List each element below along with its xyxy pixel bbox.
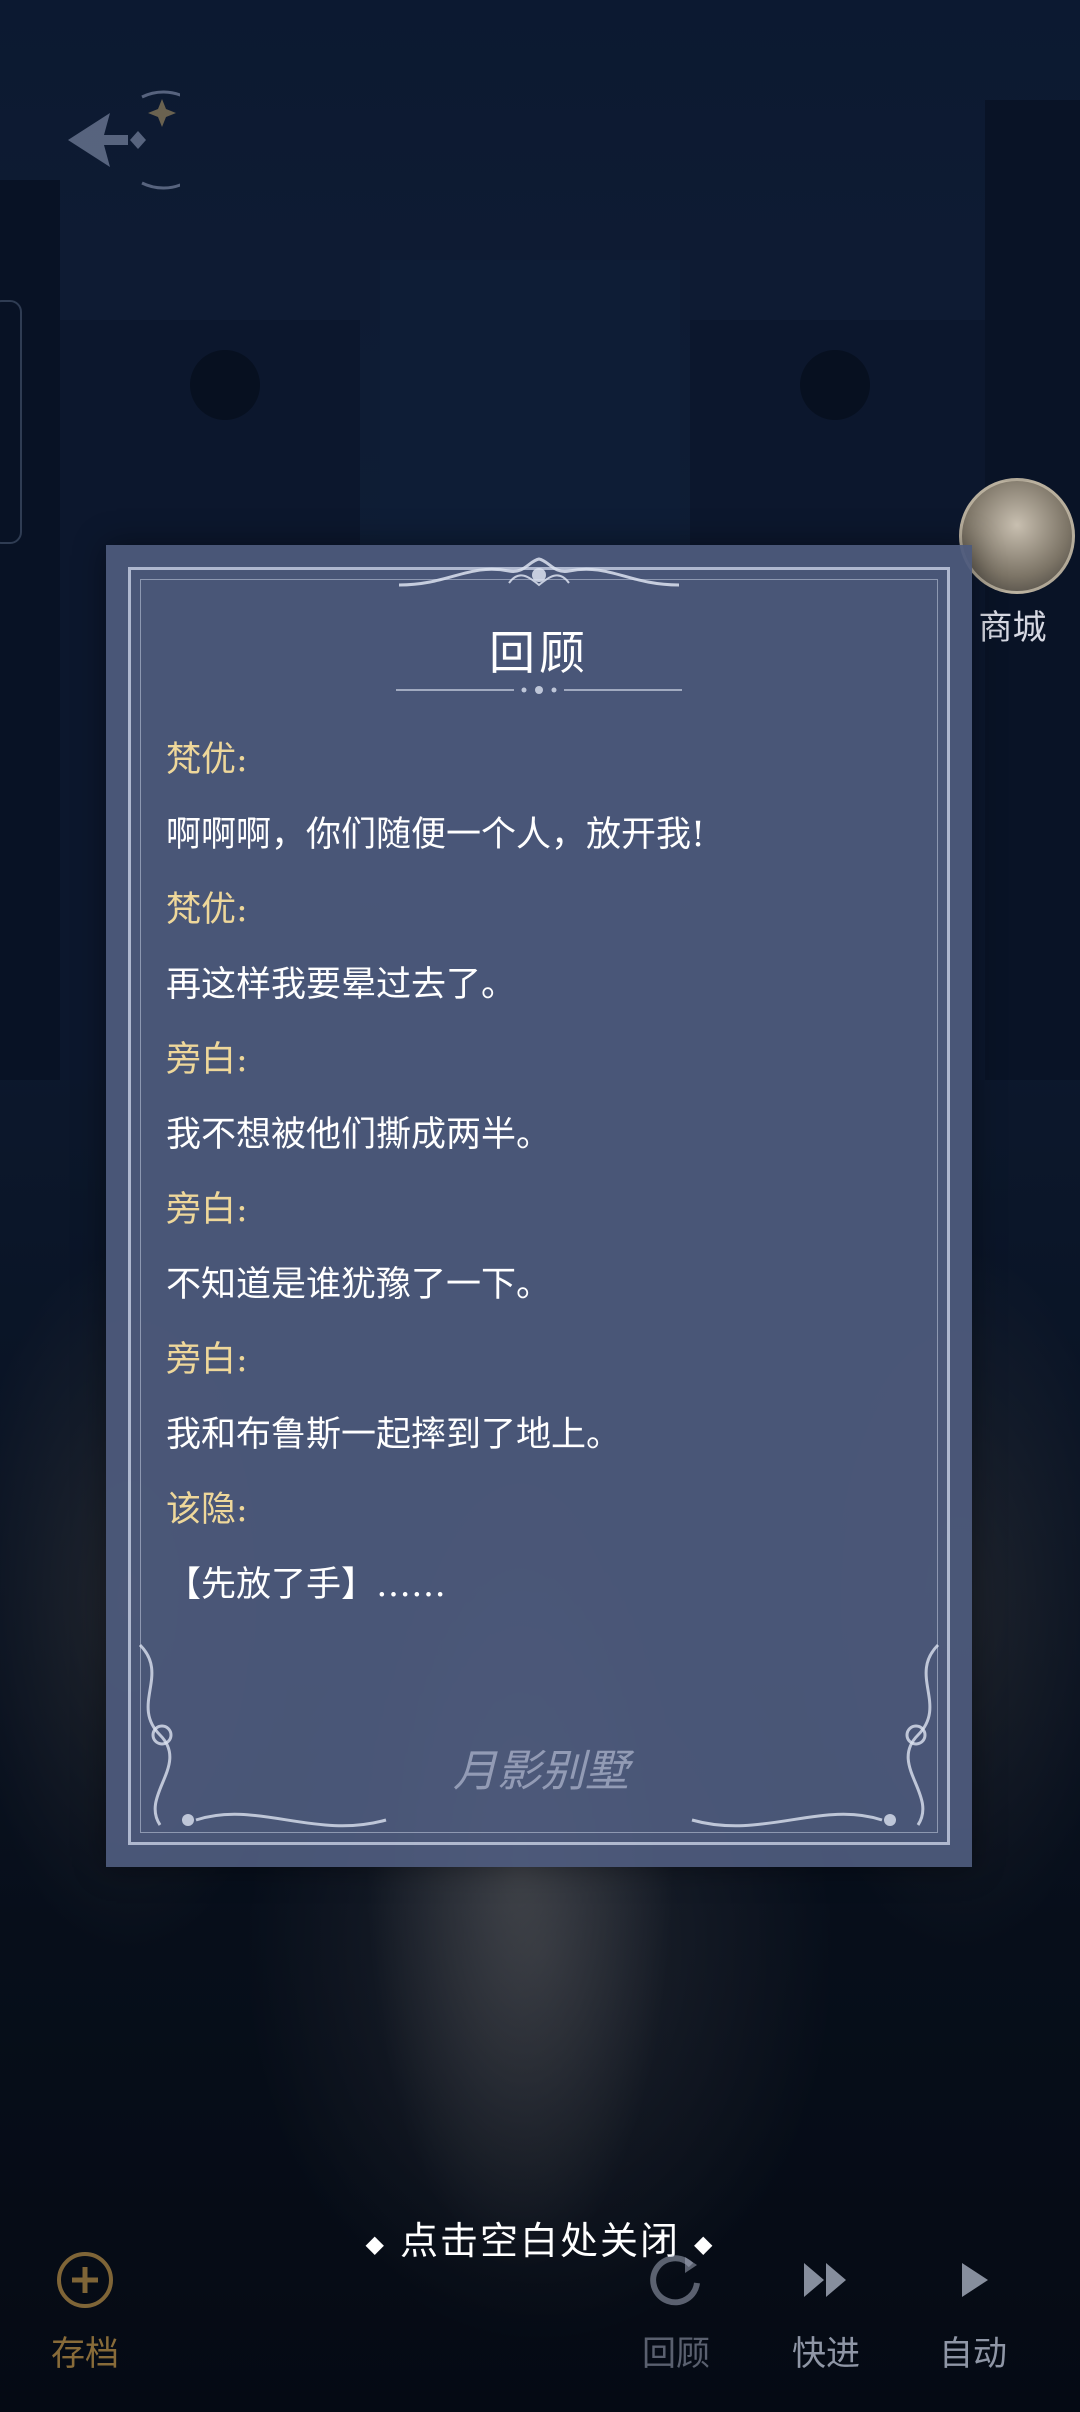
speaker-name: 旁白: [166,1040,248,1080]
shop-label: 商城 [978,608,1047,648]
dialogue-line: 我不想被他们撕成两半。 [166,1115,552,1155]
log-entry: 旁白: 我和布鲁斯一起摔到了地上。 [166,1323,926,1473]
dialogue-line: 【先放了手】…… [166,1565,447,1605]
dialogue-line: 不知道是谁犹豫了一下。 [166,1265,552,1305]
speaker-name: 梵优: [166,890,248,930]
review-icon [650,2255,700,2306]
log-entry: 梵优: 啊啊啊，你们随便一个人，放开我! [166,723,926,873]
review-dialog: 回顾 梵优: 啊啊啊，你们随便一个人，放开我! 梵优: 再这样我要晕过去了。 旁… [106,545,972,1867]
review-button[interactable]: 回顾 [616,2240,736,2390]
play-icon [962,2263,988,2297]
back-arrow-icon [68,90,180,190]
side-drawer-tab[interactable] [0,300,22,544]
skip-button[interactable]: 快进 [766,2240,886,2390]
speaker-name: 旁白: [166,1340,248,1380]
dialogue-line: 啊啊啊，你们随便一个人，放开我! [166,815,706,855]
dialogue-line: 我和布鲁斯一起摔到了地上。 [166,1415,622,1455]
title-divider [396,686,682,694]
skip-label: 快进 [792,2334,860,2374]
log-entry: 该隐: 【先放了手】…… [166,1473,926,1623]
shop-button[interactable]: 商城 [955,478,1075,658]
top-ornament [398,557,680,587]
log-entry: 梵优: 再这样我要晕过去了。 [166,873,926,1023]
review-label: 回顾 [642,2334,710,2374]
shop-avatar [959,478,1075,594]
log-entry: 旁白: 我不想被他们撕成两半。 [166,1023,926,1173]
auto-button[interactable]: 自动 [913,2240,1033,2390]
game-scene[interactable]: 商城 回顾 梵优: 啊啊啊，你们随便一个人，放开我! 梵优: 再这样我要晕过去了… [0,0,1080,2412]
save-button[interactable]: 存档 [25,2240,145,2390]
corner-ornament-right [905,1643,940,1826]
auto-label: 自动 [939,2334,1007,2374]
review-log[interactable]: 梵优: 啊啊啊，你们随便一个人，放开我! 梵优: 再这样我要晕过去了。 旁白: … [166,723,926,1623]
save-icon [57,2252,113,2308]
corner-ornament-left [138,1643,173,1826]
game-logo: 月影别墅 [453,1746,629,1797]
speaker-name: 该隐: [166,1490,248,1530]
speaker-name: 旁白: [166,1190,248,1230]
log-entry: 旁白: 不知道是谁犹豫了一下。 [166,1173,926,1323]
dialogue-line: 再这样我要晕过去了。 [166,965,517,1005]
review-title: 回顾 [489,626,589,680]
fast-forward-icon [804,2263,846,2297]
diamond-icon: ◆ [365,2229,386,2258]
back-button[interactable] [40,80,190,200]
save-label: 存档 [51,2334,119,2374]
speaker-name: 梵优: [166,740,248,780]
